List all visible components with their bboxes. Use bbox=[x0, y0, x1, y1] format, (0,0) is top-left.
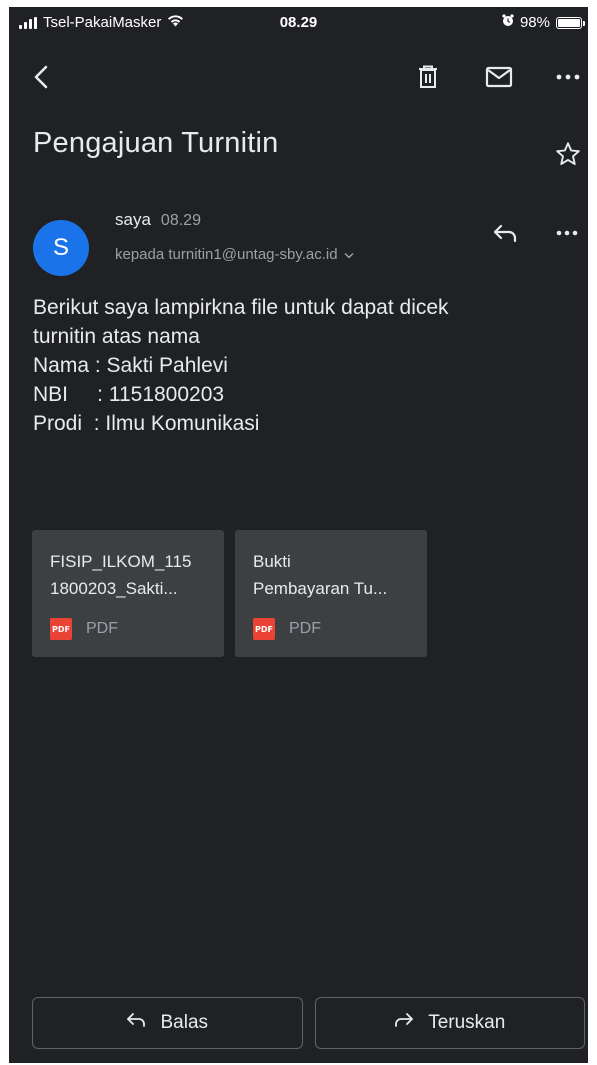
attachment-card[interactable]: Bukti Pembayaran Tu... PDF PDF bbox=[235, 530, 427, 657]
attachment-type: PDF PDF bbox=[253, 618, 321, 640]
attachment-name-line: Pembayaran Tu... bbox=[253, 579, 388, 598]
attachment-name-line: Bukti bbox=[253, 552, 291, 571]
battery-fill bbox=[558, 18, 580, 27]
bottom-action-bar: Balas Teruskan bbox=[32, 997, 585, 1049]
email-toolbar bbox=[9, 57, 588, 97]
forward-label: Teruskan bbox=[428, 1012, 506, 1033]
mail-icon[interactable] bbox=[479, 57, 519, 97]
sender-name: saya bbox=[115, 210, 151, 229]
reply-icon[interactable] bbox=[487, 215, 523, 251]
back-arrow-icon[interactable] bbox=[21, 57, 61, 97]
email-body: Berikut saya lampirkna file untuk dapat … bbox=[33, 293, 449, 438]
attachment-name: FISIP_ILKOM_115 1800203_Sakti... bbox=[50, 548, 210, 602]
recipient-text: kepada turnitin1@untag-sby.ac.id bbox=[115, 246, 338, 263]
more-icon[interactable] bbox=[548, 57, 588, 97]
reply-icon bbox=[126, 1012, 146, 1034]
reply-label: Balas bbox=[160, 1012, 209, 1033]
sender-line: saya 08.29 bbox=[115, 210, 201, 230]
sender-time: 08.29 bbox=[160, 212, 201, 229]
email-screen: Tsel-PakaiMasker 08.29 98% Pengajuan Tur… bbox=[9, 7, 588, 1063]
alarm-icon bbox=[502, 14, 514, 31]
pdf-icon: PDF bbox=[253, 618, 275, 640]
body-line: Nama : Sakti Pahlevi bbox=[33, 354, 228, 377]
body-line: Berikut saya lampirkna file untuk dapat … bbox=[33, 296, 449, 319]
attachment-name: Bukti Pembayaran Tu... bbox=[253, 548, 413, 602]
trash-icon[interactable] bbox=[408, 57, 448, 97]
status-bar: Tsel-PakaiMasker 08.29 98% bbox=[9, 7, 588, 39]
attachment-card[interactable]: FISIP_ILKOM_115 1800203_Sakti... PDF PDF bbox=[32, 530, 224, 657]
attachment-name-line: FISIP_ILKOM_115 bbox=[50, 552, 192, 571]
recipient-details[interactable]: kepada turnitin1@untag-sby.ac.id bbox=[115, 246, 354, 263]
attachment-type-label: PDF bbox=[289, 620, 321, 637]
star-icon[interactable] bbox=[550, 136, 586, 172]
battery-icon bbox=[556, 16, 585, 29]
reply-button[interactable]: Balas bbox=[32, 997, 303, 1049]
message-more-icon[interactable] bbox=[549, 215, 585, 251]
body-line: turnitin atas nama bbox=[33, 325, 200, 348]
attachments: FISIP_ILKOM_115 1800203_Sakti... PDF PDF… bbox=[32, 530, 427, 657]
body-line: NBI : 1151800203 bbox=[33, 383, 225, 406]
attachment-type: PDF PDF bbox=[50, 618, 118, 640]
avatar[interactable]: S bbox=[33, 220, 89, 276]
battery-percent: 98% bbox=[519, 14, 550, 31]
attachment-name-line: 1800203_Sakti... bbox=[50, 579, 178, 598]
chevron-down-icon bbox=[344, 246, 354, 263]
forward-icon bbox=[394, 1012, 414, 1034]
status-right: 98% bbox=[502, 14, 585, 31]
body-line: Prodi : Ilmu Komunikasi bbox=[33, 412, 260, 435]
pdf-icon: PDF bbox=[50, 618, 72, 640]
attachment-type-label: PDF bbox=[86, 620, 118, 637]
forward-button[interactable]: Teruskan bbox=[314, 997, 585, 1049]
email-subject: Pengajuan Turnitin bbox=[33, 127, 279, 159]
